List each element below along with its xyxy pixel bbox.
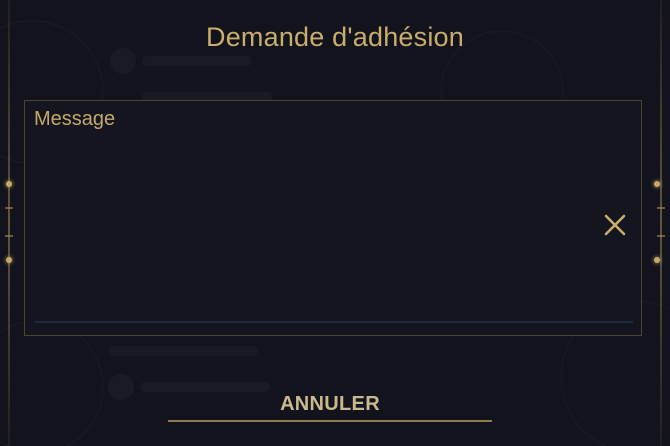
join-request-dialog: Demande d'adhésion Message ANNULER (0, 0, 670, 446)
frame-tick (5, 235, 13, 237)
frame-gem (6, 257, 12, 263)
dialog-title: Demande d'adhésion (206, 22, 464, 52)
left-frame-line (8, 0, 10, 446)
cancel-button[interactable]: ANNULER (168, 388, 492, 422)
message-underline (35, 321, 633, 323)
message-field[interactable]: Message (24, 100, 642, 336)
frame-tick (657, 235, 665, 237)
cancel-button-underline (168, 420, 492, 422)
frame-gem (6, 181, 12, 187)
cancel-button-label: ANNULER (280, 393, 380, 415)
right-frame-line (660, 0, 662, 446)
frame-gem (654, 257, 660, 263)
message-placeholder: Message (34, 108, 116, 130)
frame-tick (5, 207, 13, 209)
frame-gem (654, 181, 660, 187)
close-icon[interactable] (601, 211, 629, 239)
frame-tick (657, 207, 665, 209)
